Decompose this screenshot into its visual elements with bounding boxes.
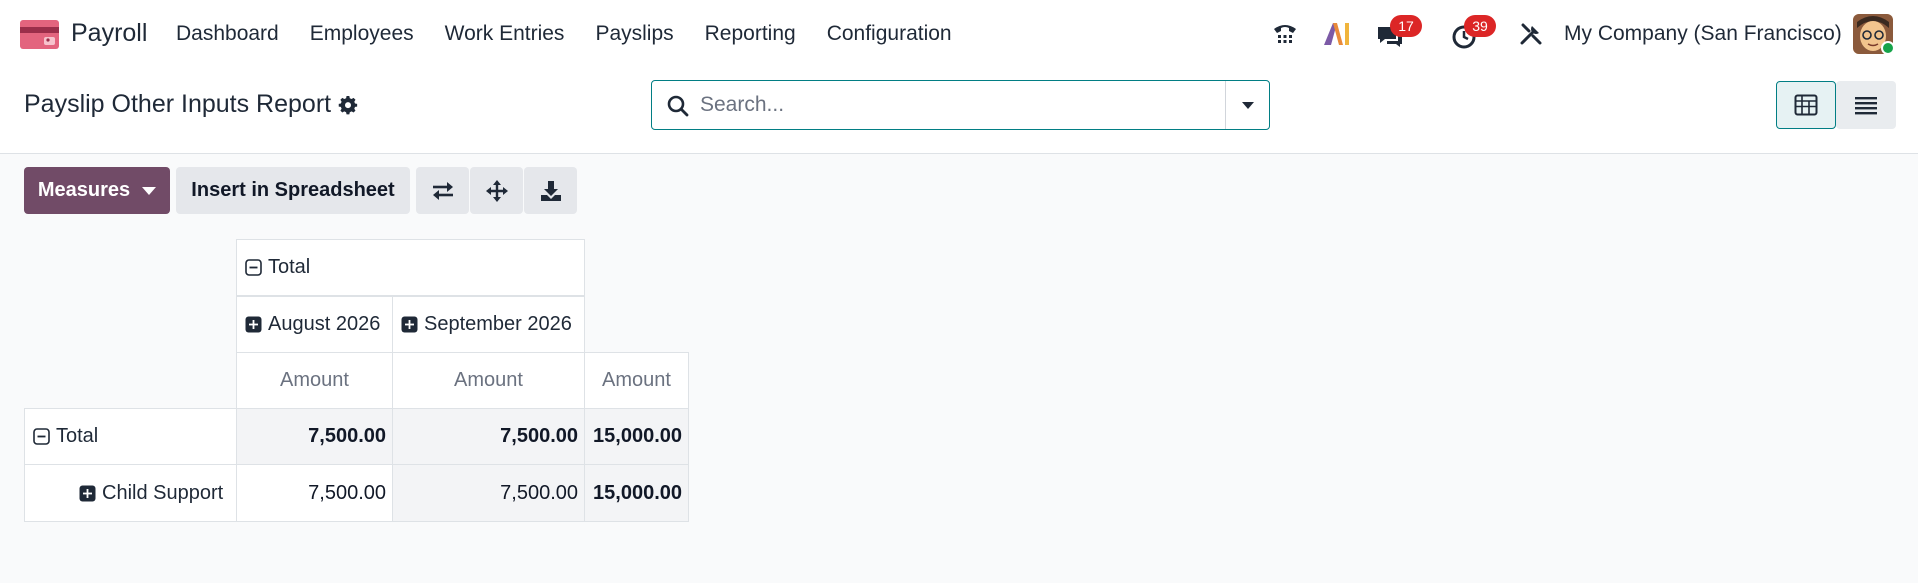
page-title: Payslip Other Inputs Report — [24, 90, 332, 118]
plus-square-icon — [79, 485, 96, 501]
debug-tools-button[interactable] — [1516, 14, 1546, 54]
pivot-row-header-child-support-label: Child Support — [102, 481, 224, 504]
measures-label: Measures — [37, 179, 131, 201]
pivot-cell[interactable]: 7,500.00 — [236, 408, 393, 465]
pivot-col-header-total[interactable]: Total — [236, 239, 585, 296]
pivot-measure-header[interactable]: Amount — [392, 352, 585, 409]
menu-configuration[interactable]: Configuration — [827, 22, 952, 46]
pivot-col-header-september-label: September 2026 — [424, 313, 572, 335]
phone-button[interactable] — [1268, 14, 1302, 54]
pivot-row-header-child-support[interactable]: Child Support — [24, 464, 237, 522]
search-bar — [651, 80, 1270, 130]
pivot-col-header-august[interactable]: August 2026 — [236, 296, 393, 353]
company-switcher[interactable]: My Company (San Francisco) — [1564, 22, 1842, 46]
pivot-table-icon — [1794, 94, 1818, 116]
pivot-cell-total[interactable]: 15,000.00 — [584, 408, 689, 465]
caret-down-icon — [142, 186, 157, 195]
exchange-arrows-icon — [432, 181, 453, 200]
pivot-measure-header[interactable]: Amount — [584, 352, 689, 409]
download-icon — [540, 180, 561, 201]
search-options-toggle[interactable] — [1225, 81, 1269, 129]
gear-icon[interactable] — [338, 96, 358, 116]
payroll-app-icon[interactable] — [20, 20, 59, 49]
messages-badge: 17 — [1390, 15, 1422, 37]
menu-dashboard[interactable]: Dashboard — [176, 22, 279, 46]
pivot-cell[interactable]: 7,500.00 — [392, 408, 585, 465]
menu-reporting[interactable]: Reporting — [705, 22, 796, 46]
plus-square-icon — [245, 316, 262, 333]
pivot-cell[interactable]: 7,500.00 — [236, 464, 393, 522]
activities-badge: 39 — [1464, 15, 1496, 37]
app-name[interactable]: Payroll — [71, 19, 147, 48]
pivot-col-header-september[interactable]: September 2026 — [392, 296, 585, 353]
caret-down-icon — [1241, 102, 1254, 109]
search-input[interactable] — [700, 82, 1200, 128]
tools-icon — [1520, 23, 1542, 45]
minus-square-icon — [245, 259, 262, 276]
activities-button[interactable]: 39 — [1444, 14, 1496, 54]
plus-square-icon — [401, 316, 418, 333]
pivot-row-header-total[interactable]: Total — [24, 408, 237, 465]
phone-icon — [1274, 25, 1296, 43]
expand-all-button[interactable] — [470, 167, 523, 214]
list-view-button[interactable] — [1836, 81, 1896, 129]
pivot-view-button[interactable] — [1776, 81, 1836, 129]
ai-button[interactable] — [1320, 14, 1354, 54]
minus-square-icon — [33, 428, 50, 445]
menu-work-entries[interactable]: Work Entries — [445, 22, 565, 46]
search-icon — [667, 95, 689, 117]
pivot-cell-total[interactable]: 15,000.00 — [584, 464, 689, 522]
list-icon — [1855, 97, 1877, 115]
ai-icon — [1324, 23, 1349, 45]
menu-employees[interactable]: Employees — [310, 22, 414, 46]
top-navbar: Payroll Dashboard Employees Work Entries… — [0, 0, 1918, 68]
messages-button[interactable]: 17 — [1370, 14, 1422, 54]
menu-payslips[interactable]: Payslips — [595, 22, 673, 46]
insert-in-spreadsheet-button[interactable]: Insert in Spreadsheet — [176, 167, 410, 214]
pivot-cell[interactable]: 7,500.00 — [392, 464, 585, 522]
control-panel: Payslip Other Inputs Report — [0, 68, 1918, 154]
pivot-row-header-total-label: Total — [56, 425, 99, 447]
measures-button[interactable]: Measures — [24, 167, 170, 214]
online-status-dot — [1881, 41, 1895, 55]
pivot-col-header-total-label: Total — [268, 256, 311, 278]
flip-axis-button[interactable] — [416, 167, 469, 214]
pivot-col-header-august-label: August 2026 — [268, 313, 381, 335]
download-xlsx-button[interactable] — [524, 167, 577, 214]
move-arrows-icon — [485, 179, 508, 202]
pivot-measure-header[interactable]: Amount — [236, 352, 393, 409]
main-menu: Dashboard Employees Work Entries Payslip… — [176, 22, 983, 46]
